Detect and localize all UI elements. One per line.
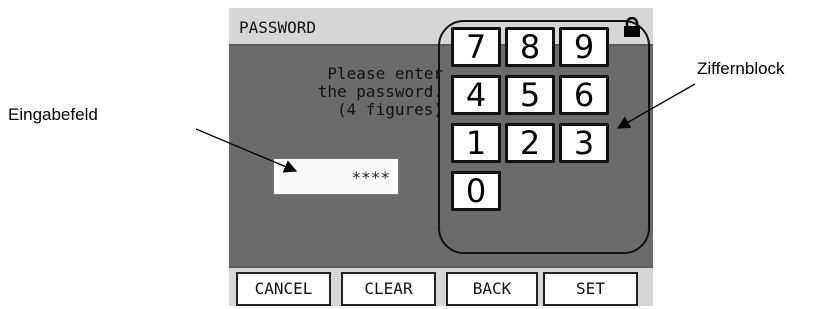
callout-input-field: Eingabefeld xyxy=(8,105,98,124)
callout-keypad: Ziffernblock xyxy=(697,59,785,78)
prompt-line: Please enter xyxy=(327,64,443,83)
password-prompt: Please enter the password. (4 figures) xyxy=(243,65,443,119)
key-7[interactable]: 7 xyxy=(451,27,501,67)
password-input-value: **** xyxy=(351,168,390,187)
key-6[interactable]: 6 xyxy=(559,75,609,115)
key-9[interactable]: 9 xyxy=(559,27,609,67)
key-3[interactable]: 3 xyxy=(559,123,609,163)
key-0[interactable]: 0 xyxy=(451,171,501,211)
set-button[interactable]: SET xyxy=(543,272,638,306)
password-screen: PASSWORD Please enter the password. (4 f… xyxy=(229,8,653,306)
prompt-line: the password. xyxy=(317,82,443,101)
key-2[interactable]: 2 xyxy=(505,123,555,163)
function-bar: CANCEL CLEAR BACK SET xyxy=(229,266,653,306)
key-8[interactable]: 8 xyxy=(505,27,555,67)
screen-title: PASSWORD xyxy=(239,18,317,37)
clear-button[interactable]: CLEAR xyxy=(341,272,436,306)
back-button[interactable]: BACK xyxy=(446,272,538,306)
password-input[interactable]: **** xyxy=(273,158,399,195)
prompt-line: (4 figures) xyxy=(337,100,443,119)
key-4[interactable]: 4 xyxy=(451,75,501,115)
key-5[interactable]: 5 xyxy=(505,75,555,115)
key-1[interactable]: 1 xyxy=(451,123,501,163)
cancel-button[interactable]: CANCEL xyxy=(236,272,331,306)
